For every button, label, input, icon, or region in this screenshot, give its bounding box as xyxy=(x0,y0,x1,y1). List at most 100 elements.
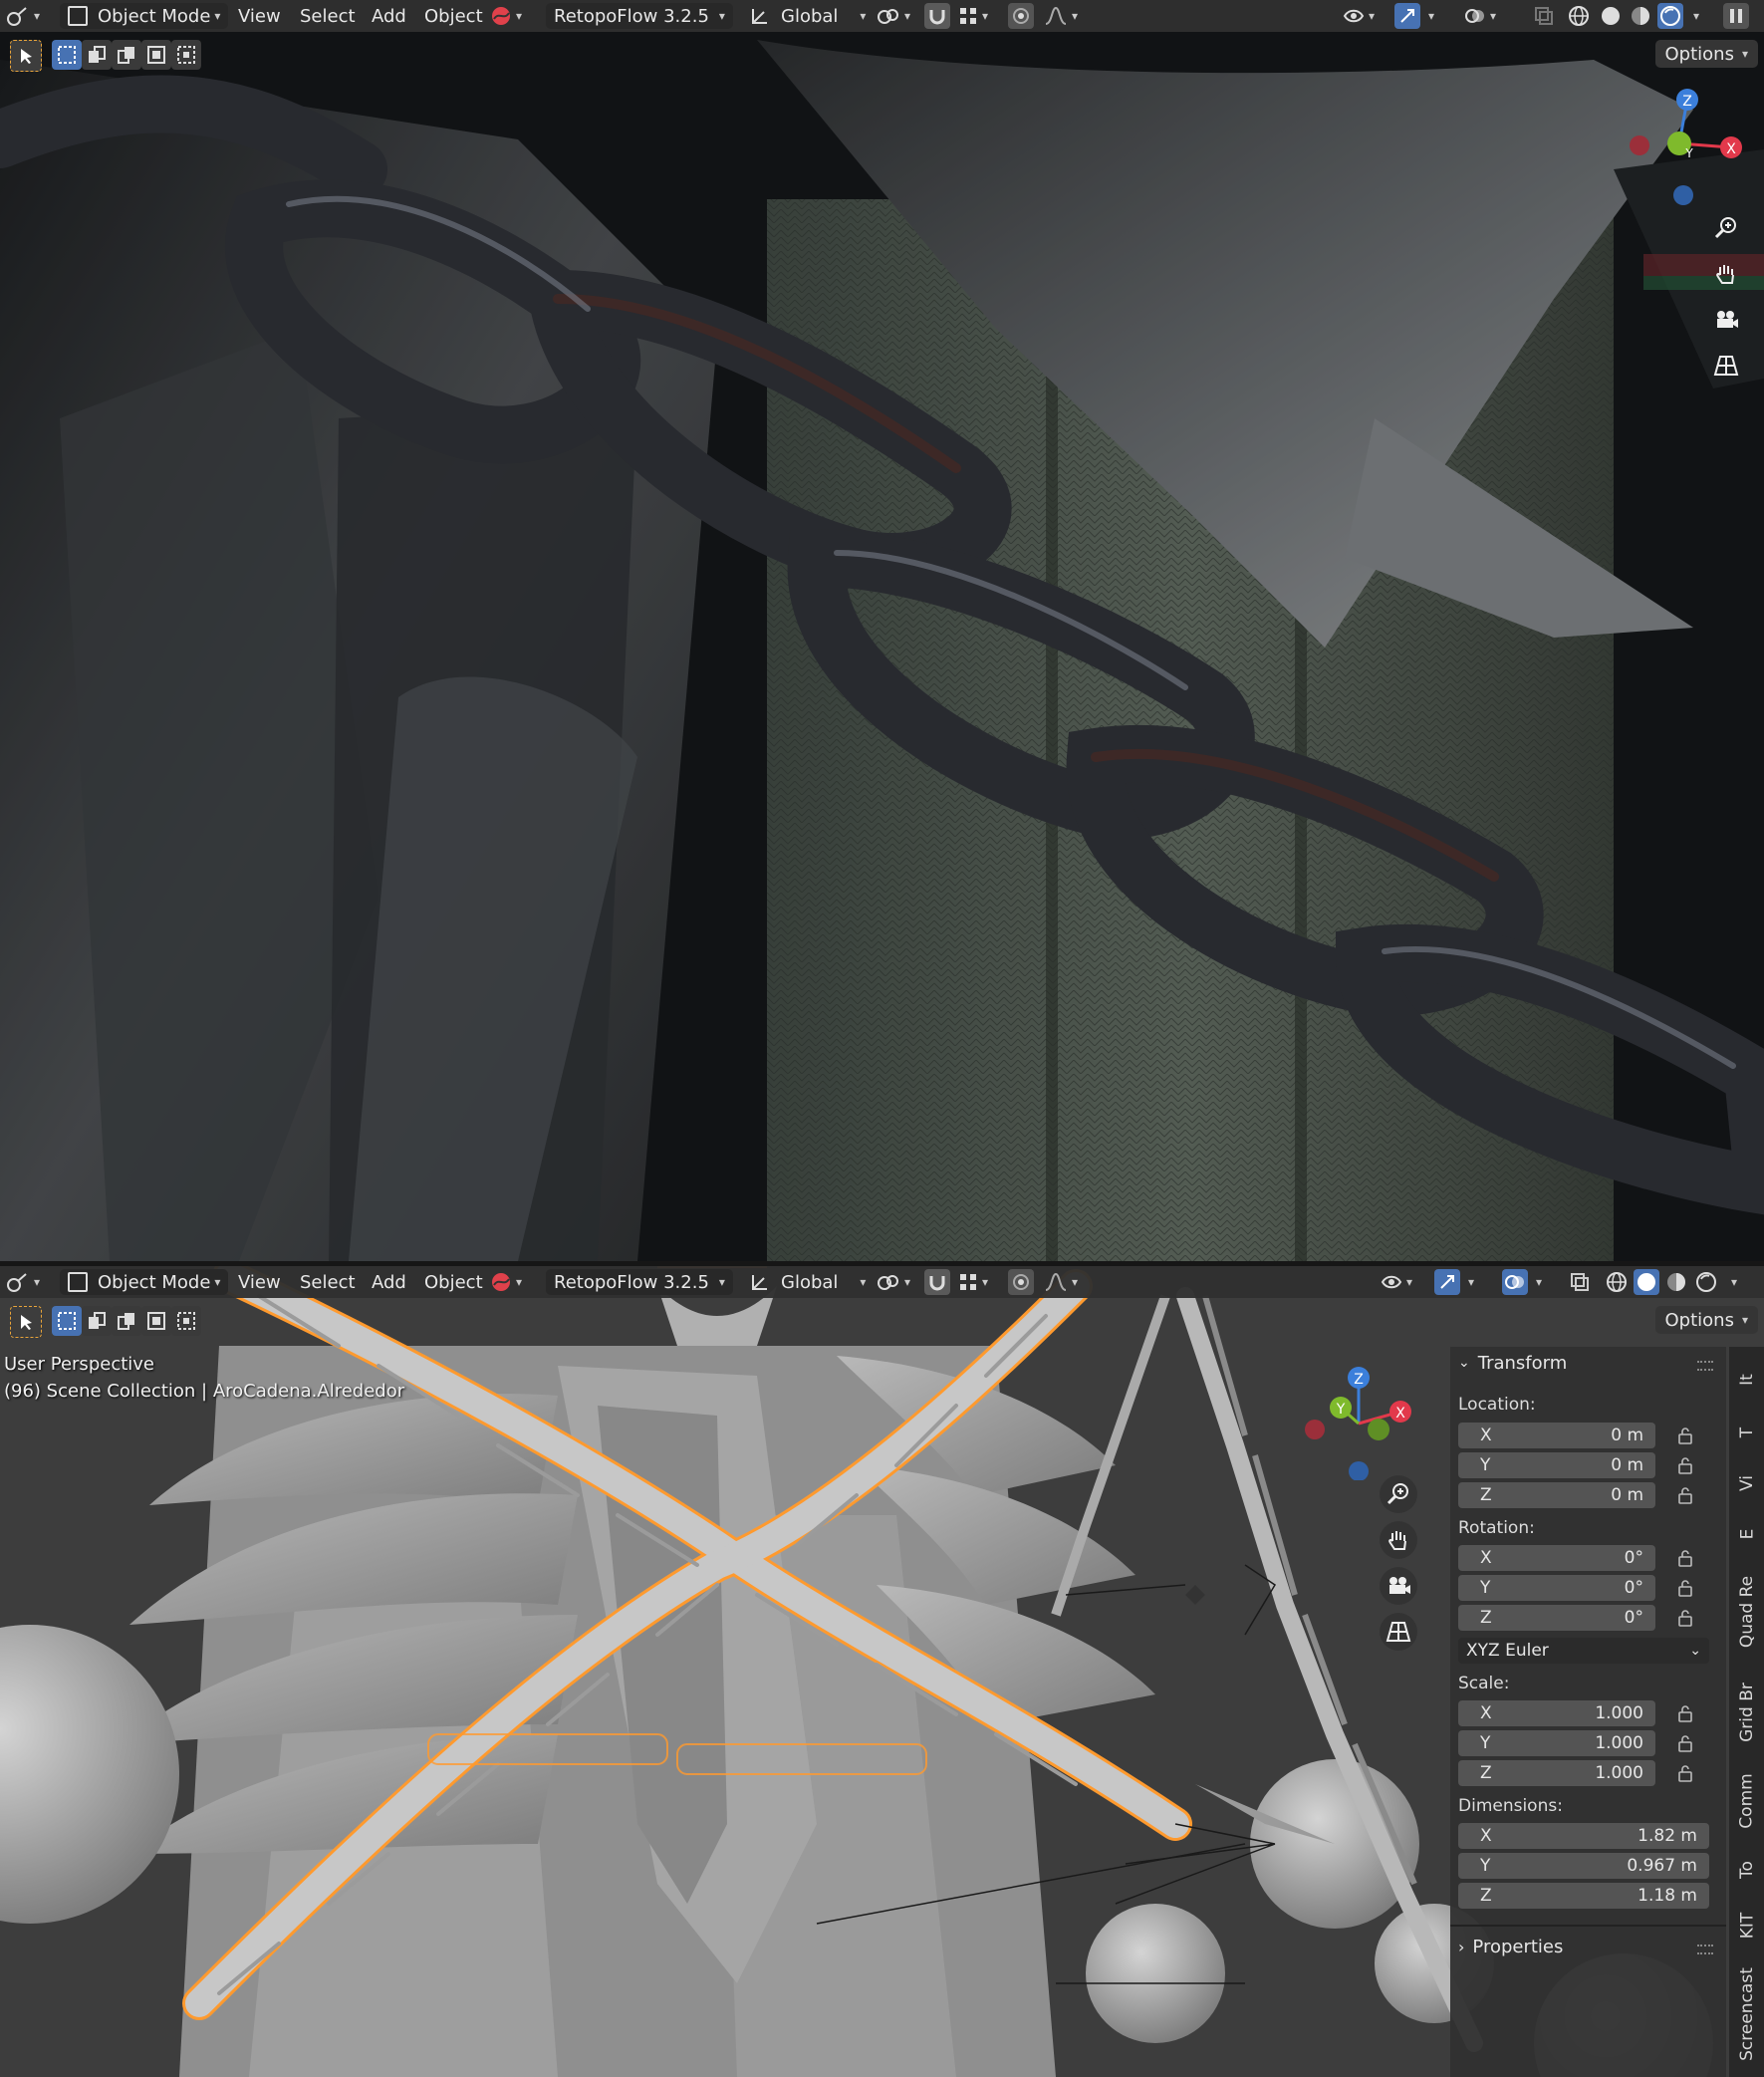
tab-view[interactable]: Vi xyxy=(1733,1460,1761,1506)
retopoflow-menu[interactable]: RetopoFlow 3.2.5 ▾ xyxy=(546,3,733,29)
mode-selector[interactable]: Object Mode ▾ xyxy=(60,3,229,29)
xray-toggle[interactable] xyxy=(1570,1269,1590,1295)
rotation-mode-select[interactable]: XYZ Euler ⌄ xyxy=(1458,1638,1709,1664)
menu-add[interactable]: Add xyxy=(372,1269,406,1295)
scale-y-field[interactable]: Y 1.000 xyxy=(1458,1730,1655,1756)
shading-material[interactable] xyxy=(1630,3,1651,29)
lock-icon[interactable] xyxy=(1673,1546,1697,1570)
select-tool-button[interactable] xyxy=(10,40,42,72)
shading-wireframe[interactable] xyxy=(1568,3,1590,29)
tab-screencast[interactable]: Screencast xyxy=(1733,1958,1761,2070)
drag-handle-icon[interactable] xyxy=(1697,1945,1713,1954)
menu-object[interactable]: Object xyxy=(424,3,483,29)
select-mode-subtract[interactable] xyxy=(112,1306,141,1336)
tab-community[interactable]: Comm xyxy=(1733,1763,1761,1839)
location-y-field[interactable]: Y 0 m xyxy=(1458,1452,1655,1478)
rotation-y-field[interactable]: Y 0° xyxy=(1458,1575,1655,1601)
select-tool-button[interactable] xyxy=(10,1306,42,1338)
location-x-field[interactable]: X 0 m xyxy=(1458,1423,1655,1448)
tab-item[interactable]: It xyxy=(1733,1355,1761,1405)
menu-add[interactable]: Add xyxy=(372,3,406,29)
lock-icon[interactable] xyxy=(1673,1453,1697,1477)
select-mode-new[interactable] xyxy=(52,1306,82,1336)
shading-rendered[interactable] xyxy=(1657,3,1683,29)
gizmo-menu[interactable]: ▾ xyxy=(1424,3,1434,29)
visibility-selector[interactable]: ▾ xyxy=(1381,1269,1412,1295)
top-navigation-gizmo[interactable]: Z X Y xyxy=(1614,82,1763,211)
dimensions-y-field[interactable]: Y 0.967 m xyxy=(1458,1853,1709,1879)
lock-icon[interactable] xyxy=(1673,1483,1697,1507)
visibility-selector[interactable]: ▾ xyxy=(1343,3,1375,29)
snap-target-selector[interactable]: ▾ xyxy=(958,3,988,29)
select-mode-subtract[interactable] xyxy=(112,40,141,70)
tab-grid-brush[interactable]: Grid Br xyxy=(1733,1670,1761,1755)
lock-icon[interactable] xyxy=(1673,1761,1697,1785)
shading-wireframe[interactable] xyxy=(1606,1269,1628,1295)
select-mode-new[interactable] xyxy=(52,40,82,70)
select-mode-extend[interactable] xyxy=(82,1306,112,1336)
shading-material[interactable] xyxy=(1665,1269,1687,1295)
editor-type-selector[interactable]: ▾ xyxy=(6,3,40,29)
render-menu-button[interactable]: ▾ xyxy=(490,3,522,29)
overlays-menu[interactable]: ▾ xyxy=(1532,1269,1542,1295)
select-mode-invert[interactable] xyxy=(141,40,171,70)
render-menu-button[interactable]: ▾ xyxy=(490,1269,522,1295)
gizmo-neg-y[interactable] xyxy=(1368,1419,1389,1440)
shading-menu[interactable]: ▾ xyxy=(1727,1269,1737,1295)
snap-toggle[interactable] xyxy=(924,1269,950,1295)
tab-kit[interactable]: KIT xyxy=(1733,1901,1761,1950)
options-dropdown[interactable]: Options ▾ xyxy=(1654,40,1758,68)
xray-toggle[interactable] xyxy=(1534,3,1554,29)
falloff-selector[interactable]: ▾ xyxy=(1044,1269,1078,1295)
zoom-button[interactable] xyxy=(1707,209,1745,247)
menu-object[interactable]: Object xyxy=(424,1269,483,1295)
snap-target-selector[interactable]: ▾ xyxy=(958,1269,988,1295)
overlays-toggle[interactable]: ▾ xyxy=(1464,3,1496,29)
lock-icon[interactable] xyxy=(1673,1576,1697,1600)
overlays-toggle[interactable] xyxy=(1502,1269,1528,1295)
lock-icon[interactable] xyxy=(1673,1606,1697,1630)
select-mode-invert[interactable] xyxy=(141,1306,171,1336)
tab-tool[interactable]: T xyxy=(1733,1413,1761,1452)
snap-toggle[interactable] xyxy=(924,3,950,29)
menu-select[interactable]: Select xyxy=(300,1269,356,1295)
gizmo-neg-z[interactable] xyxy=(1673,185,1693,205)
falloff-selector[interactable]: ▾ xyxy=(1044,3,1078,29)
bottom-navigation-gizmo[interactable]: Z X Y xyxy=(1295,1356,1444,1480)
proportional-edit-toggle[interactable] xyxy=(1008,1269,1034,1295)
menu-select[interactable]: Select xyxy=(300,3,356,29)
pivot-point-selector[interactable]: ▾ xyxy=(877,3,910,29)
transform-orientation-selector[interactable]: Global ▾ xyxy=(749,3,866,29)
camera-view-button[interactable] xyxy=(1380,1567,1417,1605)
location-z-field[interactable]: Z 0 m xyxy=(1458,1482,1655,1508)
shading-menu[interactable]: ▾ xyxy=(1689,3,1699,29)
menu-view[interactable]: View xyxy=(238,3,281,29)
pivot-point-selector[interactable]: ▾ xyxy=(877,1269,910,1295)
transform-panel-header[interactable]: ⌄ Transform xyxy=(1458,1349,1567,1377)
scale-x-field[interactable]: X 1.000 xyxy=(1458,1700,1655,1726)
properties-panel-header[interactable]: › Properties xyxy=(1458,1933,1563,1960)
zoom-button[interactable] xyxy=(1380,1475,1417,1513)
scale-z-field[interactable]: Z 1.000 xyxy=(1458,1760,1655,1786)
transform-orientation-selector[interactable]: Global ▾ xyxy=(749,1269,866,1295)
gizmo-neg-z[interactable] xyxy=(1349,1461,1369,1480)
shading-solid[interactable] xyxy=(1600,3,1622,29)
dimensions-z-field[interactable]: Z 1.18 m xyxy=(1458,1883,1709,1909)
pause-render-button[interactable] xyxy=(1723,3,1749,29)
tab-quad-remesher[interactable]: Quad Re xyxy=(1733,1562,1761,1662)
shading-rendered[interactable] xyxy=(1695,1269,1717,1295)
options-dropdown[interactable]: Options ▾ xyxy=(1654,1306,1758,1334)
editor-type-selector[interactable]: ▾ xyxy=(6,1269,40,1295)
rotation-x-field[interactable]: X 0° xyxy=(1458,1545,1655,1571)
gizmo-menu[interactable]: ▾ xyxy=(1464,1269,1474,1295)
retopoflow-menu[interactable]: RetopoFlow 3.2.5 ▾ xyxy=(546,1269,733,1295)
proportional-edit-toggle[interactable] xyxy=(1008,3,1034,29)
rotation-z-field[interactable]: Z 0° xyxy=(1458,1605,1655,1631)
select-mode-intersect[interactable] xyxy=(171,40,201,70)
gizmo-toggle[interactable] xyxy=(1434,1269,1460,1295)
camera-view-button[interactable] xyxy=(1707,301,1745,339)
select-mode-extend[interactable] xyxy=(82,40,112,70)
dimensions-x-field[interactable]: X 1.82 m xyxy=(1458,1823,1709,1849)
lock-icon[interactable] xyxy=(1673,1424,1697,1447)
pan-button[interactable] xyxy=(1707,255,1745,293)
